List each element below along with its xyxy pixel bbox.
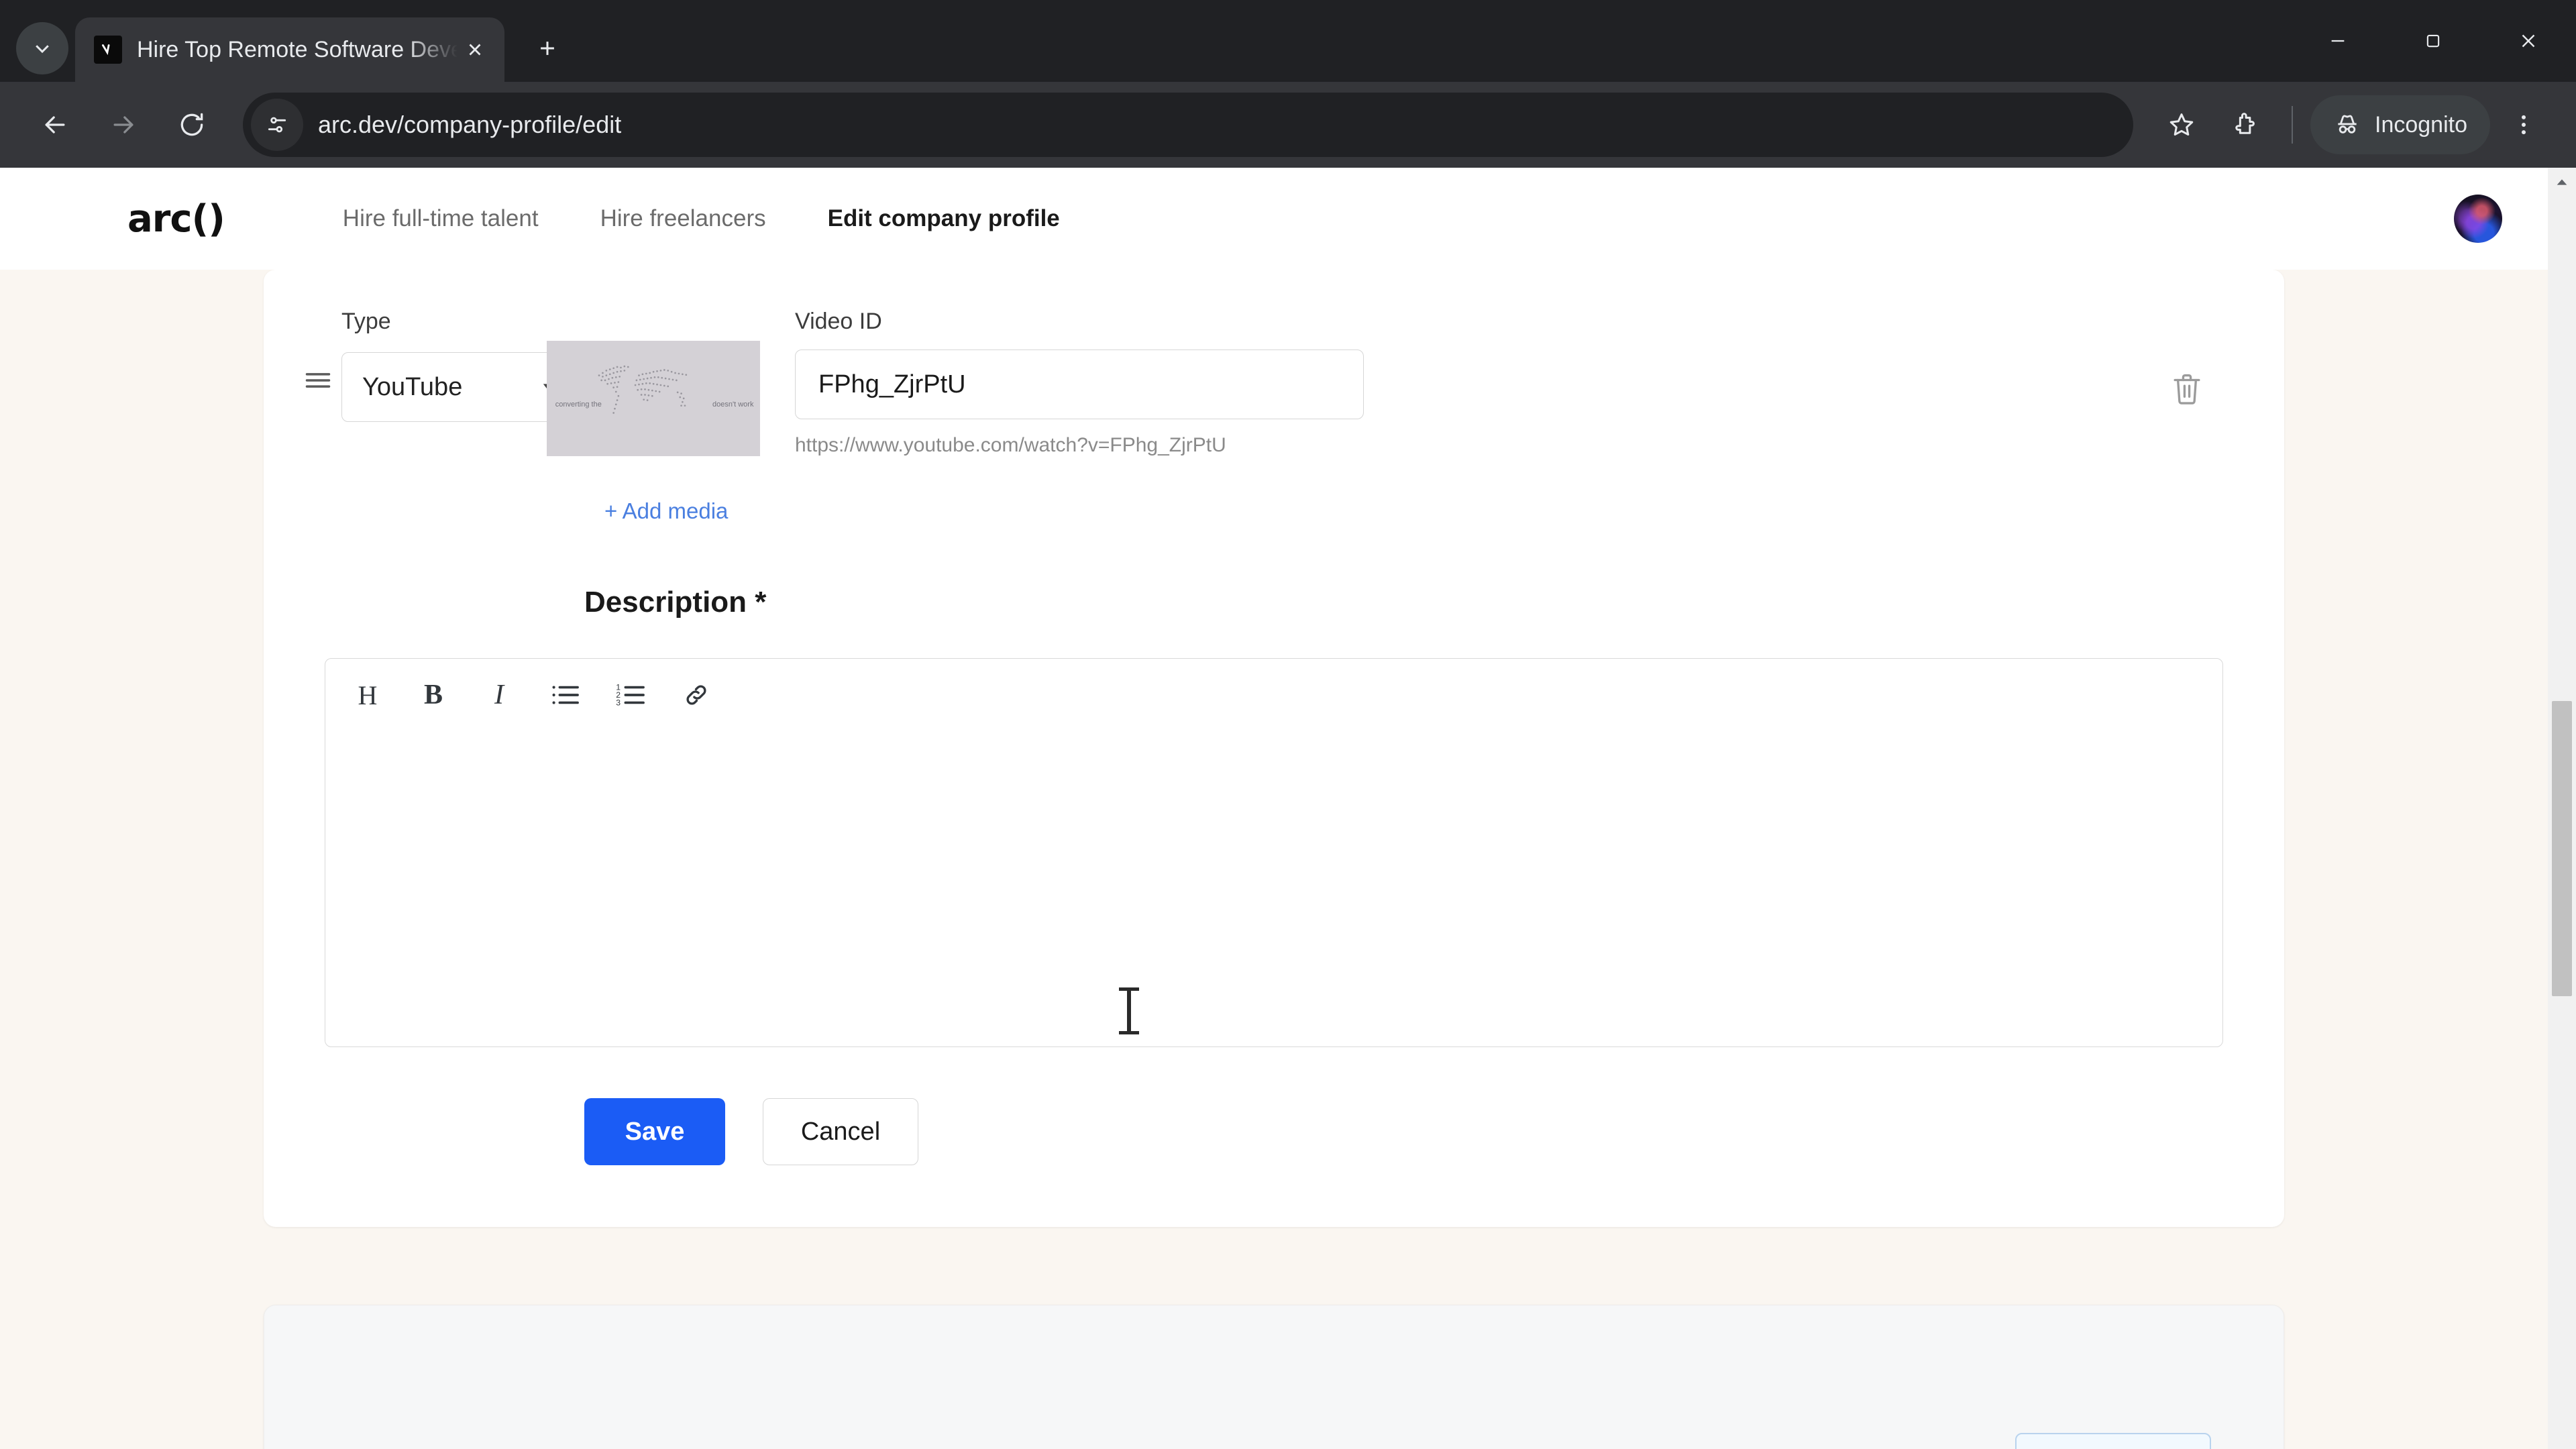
url-text: arc.dev/company-profile/edit: [318, 111, 622, 138]
media-item-row: Type YouTube converting the doesn't work…: [264, 270, 2284, 457]
page-viewport: arc() Hire full-time talent Hire freelan…: [0, 168, 2576, 1449]
bulleted-list-button[interactable]: [544, 674, 586, 716]
bold-button[interactable]: B: [413, 674, 454, 716]
arc-favicon: [94, 36, 122, 64]
video-id-input[interactable]: FPhg_ZjrPtU: [795, 350, 1364, 419]
video-id-label: Video ID: [795, 309, 882, 334]
star-icon[interactable]: [2152, 95, 2211, 154]
page-scrollbar[interactable]: [2548, 168, 2576, 1449]
link-button[interactable]: [676, 674, 717, 716]
browser-tab[interactable]: Hire Top Remote Software Deve: [75, 17, 504, 82]
media-type-field: Type YouTube: [341, 309, 576, 422]
close-window-button[interactable]: [2481, 0, 2576, 82]
incognito-profile-button[interactable]: Incognito: [2310, 95, 2490, 154]
numbered-list-button[interactable]: 1 2 3: [610, 674, 651, 716]
incognito-label: Incognito: [2375, 111, 2467, 138]
puzzle-icon[interactable]: [2215, 95, 2274, 154]
site-header: arc() Hire full-time talent Hire freelan…: [0, 168, 2548, 270]
tab-close-button[interactable]: [458, 32, 492, 67]
type-label: Type: [341, 309, 391, 334]
three-dot-menu-icon[interactable]: [2494, 95, 2553, 154]
heading-button[interactable]: H: [347, 674, 388, 716]
address-bar[interactable]: arc.dev/company-profile/edit: [243, 93, 2133, 157]
svg-text:3: 3: [616, 698, 621, 707]
window-controls: [2290, 0, 2576, 82]
description-title: Description *: [584, 586, 767, 619]
editor-toolbar: H B I 1 2 3: [325, 659, 2222, 731]
company-media-card: Type YouTube converting the doesn't work…: [264, 270, 2284, 1227]
next-section-card: [264, 1305, 2284, 1449]
maximize-button[interactable]: [2385, 0, 2481, 82]
browser-toolbar: arc.dev/company-profile/edit Incognito: [0, 82, 2576, 168]
forward-button[interactable]: [91, 93, 156, 157]
media-thumbnail: converting the doesn't work: [547, 341, 760, 456]
nav-edit-company-profile[interactable]: Edit company profile: [797, 205, 1091, 232]
site-settings-icon[interactable]: [251, 99, 303, 151]
media-type-select[interactable]: YouTube: [341, 352, 576, 422]
media-type-value: YouTube: [362, 372, 463, 401]
next-section-button[interactable]: [2015, 1433, 2211, 1449]
form-actions: Save Cancel: [584, 1098, 2284, 1165]
description-textarea[interactable]: [325, 731, 2222, 1046]
web-page: arc() Hire full-time talent Hire freelan…: [0, 168, 2548, 1449]
minimize-button[interactable]: [2290, 0, 2385, 82]
reload-button[interactable]: [160, 93, 224, 157]
add-media-link[interactable]: + Add media: [604, 498, 728, 524]
delete-media-button[interactable]: [2169, 370, 2205, 413]
tab-title: Hire Top Remote Software Deve: [137, 36, 458, 62]
back-button[interactable]: [23, 93, 87, 157]
scrollbar-thumb[interactable]: [2552, 701, 2572, 996]
nav-hire-freelancers[interactable]: Hire freelancers: [570, 205, 797, 232]
tab-strip: Hire Top Remote Software Deve: [0, 0, 2576, 82]
nav-hire-full-time-talent[interactable]: Hire full-time talent: [312, 205, 570, 232]
incognito-hat-icon: [2338, 115, 2357, 133]
save-button[interactable]: Save: [584, 1098, 725, 1165]
description-editor: H B I 1 2 3: [325, 658, 2223, 1047]
drag-handle-icon[interactable]: [294, 309, 341, 392]
video-url-helper: https://www.youtube.com/watch?v=FPhg_Zjr…: [795, 434, 1226, 456]
page-content: Type YouTube converting the doesn't work…: [0, 270, 2548, 1449]
cancel-button[interactable]: Cancel: [763, 1098, 918, 1165]
arc-logo[interactable]: arc(): [127, 197, 225, 241]
browser-window: Hire Top Remote Software Deve arc.dev/co…: [0, 0, 2576, 1449]
thumbnail-caption-right: doesn't work: [712, 400, 754, 409]
text-cursor: [1119, 987, 1139, 1034]
scroll-up-arrow[interactable]: [2548, 168, 2576, 196]
new-tab-button[interactable]: [522, 23, 573, 74]
tab-search-button[interactable]: [16, 22, 68, 74]
video-id-field: Video ID FPhg_ZjrPtU https://www.youtube…: [795, 309, 1364, 457]
thumbnail-caption-left: converting the: [555, 400, 602, 409]
user-avatar[interactable]: [2454, 195, 2502, 243]
main-nav: Hire full-time talent Hire freelancers E…: [312, 205, 1091, 232]
toolbar-divider: [2292, 106, 2293, 144]
italic-button[interactable]: I: [478, 674, 520, 716]
